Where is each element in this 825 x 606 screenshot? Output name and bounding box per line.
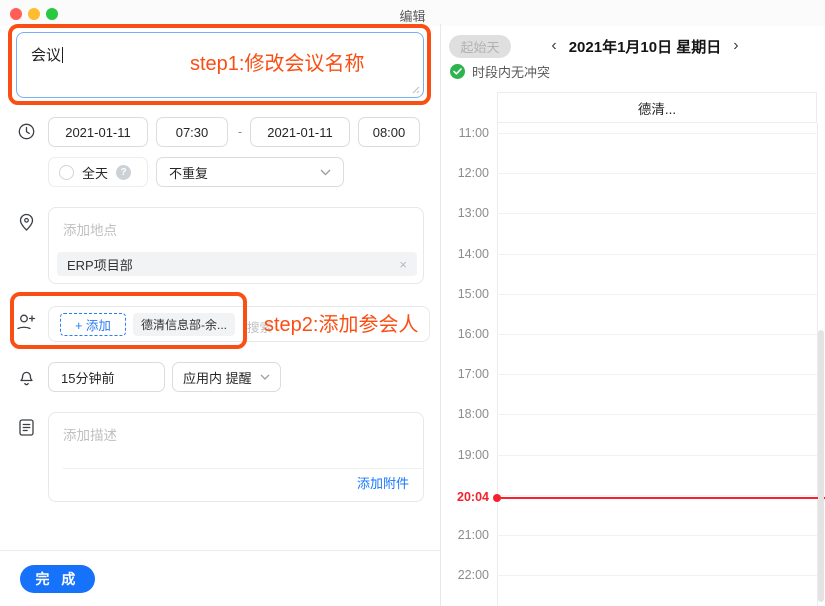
- hour-gridline: [497, 495, 817, 496]
- hour-gridline: [497, 173, 817, 174]
- hour-gridline: [497, 535, 817, 536]
- reminder-time-field[interactable]: 15分钟前: [48, 362, 165, 392]
- help-icon[interactable]: ?: [116, 165, 131, 180]
- start-time-value: 07:30: [176, 125, 209, 140]
- hour-label: 19:00: [443, 448, 489, 462]
- reminder-channel-value: 应用内 提醒: [183, 368, 252, 387]
- hour-label: 15:00: [443, 287, 489, 301]
- event-title-value: 会议: [31, 47, 61, 64]
- hour-label: 16:00: [443, 327, 489, 341]
- prev-day-icon[interactable]: ‹: [551, 38, 556, 54]
- reminder-time-value: 15分钟前: [61, 368, 114, 387]
- participant-tag-label: 德清信息部-余...: [141, 316, 227, 333]
- end-date-field[interactable]: 2021-01-11: [250, 117, 350, 147]
- annotation-step2-text: step2:添加参会人: [264, 308, 418, 337]
- hour-gridline: [497, 294, 817, 295]
- add-person-icon: [16, 313, 36, 331]
- start-day-button[interactable]: 起始天: [449, 35, 511, 58]
- hour-gridline: [497, 254, 817, 255]
- hour-label: 13:00: [443, 206, 489, 220]
- panel-divider: [440, 24, 441, 606]
- hour-gridline: [497, 575, 817, 576]
- all-day-radio[interactable]: [59, 165, 74, 180]
- resize-handle-icon[interactable]: [410, 84, 420, 94]
- current-time-line: [497, 497, 825, 499]
- description-separator: [63, 468, 422, 469]
- window-title: 编辑: [330, 6, 495, 25]
- add-participant-button[interactable]: + 添加: [60, 313, 126, 336]
- check-circle-icon: [450, 64, 465, 79]
- start-date-field[interactable]: 2021-01-11: [48, 117, 148, 147]
- calendar-scrollbar[interactable]: [818, 330, 824, 602]
- location-placeholder: 添加地点: [63, 219, 117, 239]
- end-date-value: 2021-01-11: [267, 125, 333, 140]
- add-participant-label: + 添加: [75, 315, 111, 334]
- description-input[interactable]: 添加描述 添加附件: [48, 412, 424, 502]
- hour-gridline: [497, 213, 817, 214]
- minimize-window-button[interactable]: [28, 8, 40, 20]
- start-time-field[interactable]: 07:30: [156, 117, 228, 147]
- current-time-dot: [493, 494, 501, 502]
- hour-gridline: [497, 133, 817, 134]
- window-titlebar: 编辑: [0, 0, 825, 26]
- hour-label: 22:00: [443, 568, 489, 582]
- calendar-column-name: 德清...: [638, 98, 676, 118]
- conflict-status-text: 时段内无冲突: [472, 62, 550, 81]
- date-range-separator: -: [234, 124, 246, 139]
- add-attachment-link[interactable]: 添加附件: [357, 473, 409, 492]
- hour-gridline: [497, 334, 817, 335]
- current-time-label: 20:04: [443, 490, 489, 504]
- location-tag: ERP项目部 ×: [57, 252, 417, 276]
- zoom-window-button[interactable]: [46, 8, 58, 20]
- edit-event-window: 编辑 会议 2021-01-11 07:30 - 2021-01-11 08:0…: [0, 0, 825, 606]
- all-day-label: 全天: [82, 163, 108, 182]
- clock-icon: [18, 123, 35, 140]
- hour-label: 21:00: [443, 528, 489, 542]
- hour-gridline: [497, 374, 817, 375]
- done-button[interactable]: 完 成: [20, 565, 95, 593]
- text-cursor: [62, 47, 63, 63]
- hour-label: 14:00: [443, 247, 489, 261]
- end-time-value: 08:00: [373, 125, 406, 140]
- column-left-border: [497, 123, 498, 606]
- bell-icon: [18, 368, 35, 386]
- location-pin-icon: [18, 213, 35, 232]
- all-day-toggle[interactable]: 全天 ?: [48, 157, 148, 187]
- hour-gridline: [497, 455, 817, 456]
- hour-gridline: [497, 414, 817, 415]
- end-time-field[interactable]: 08:00: [358, 117, 420, 147]
- participant-tag[interactable]: 德清信息部-余...: [133, 313, 235, 336]
- hour-label: 11:00: [443, 126, 489, 140]
- next-day-icon[interactable]: ›: [733, 38, 738, 54]
- conflict-status: 时段内无冲突: [450, 63, 550, 80]
- footer-divider: [0, 550, 440, 551]
- location-input[interactable]: 添加地点 ERP项目部 ×: [48, 207, 424, 284]
- hour-label: 12:00: [443, 166, 489, 180]
- description-placeholder: 添加描述: [63, 424, 117, 444]
- description-note-icon: [19, 419, 34, 436]
- start-date-value: 2021-01-11: [65, 125, 131, 140]
- reminder-channel-select[interactable]: 应用内 提醒: [172, 362, 281, 392]
- remove-location-icon[interactable]: ×: [399, 257, 407, 272]
- calendar-date-title: 2021年1月10日 星期日: [569, 36, 722, 57]
- close-window-button[interactable]: [10, 8, 22, 20]
- chevron-down-icon: [320, 169, 331, 176]
- hour-label: 17:00: [443, 367, 489, 381]
- chevron-down-icon: [260, 374, 270, 380]
- hour-label: 18:00: [443, 407, 489, 421]
- date-navigator: ‹ 2021年1月10日 星期日 ›: [520, 34, 770, 58]
- annotation-step1-text: step1:修改会议名称: [190, 47, 364, 76]
- calendar-column-header[interactable]: 德清...: [497, 92, 817, 123]
- location-tag-label: ERP项目部: [67, 255, 133, 274]
- repeat-value: 不重复: [169, 163, 208, 182]
- repeat-select[interactable]: 不重复: [156, 157, 344, 187]
